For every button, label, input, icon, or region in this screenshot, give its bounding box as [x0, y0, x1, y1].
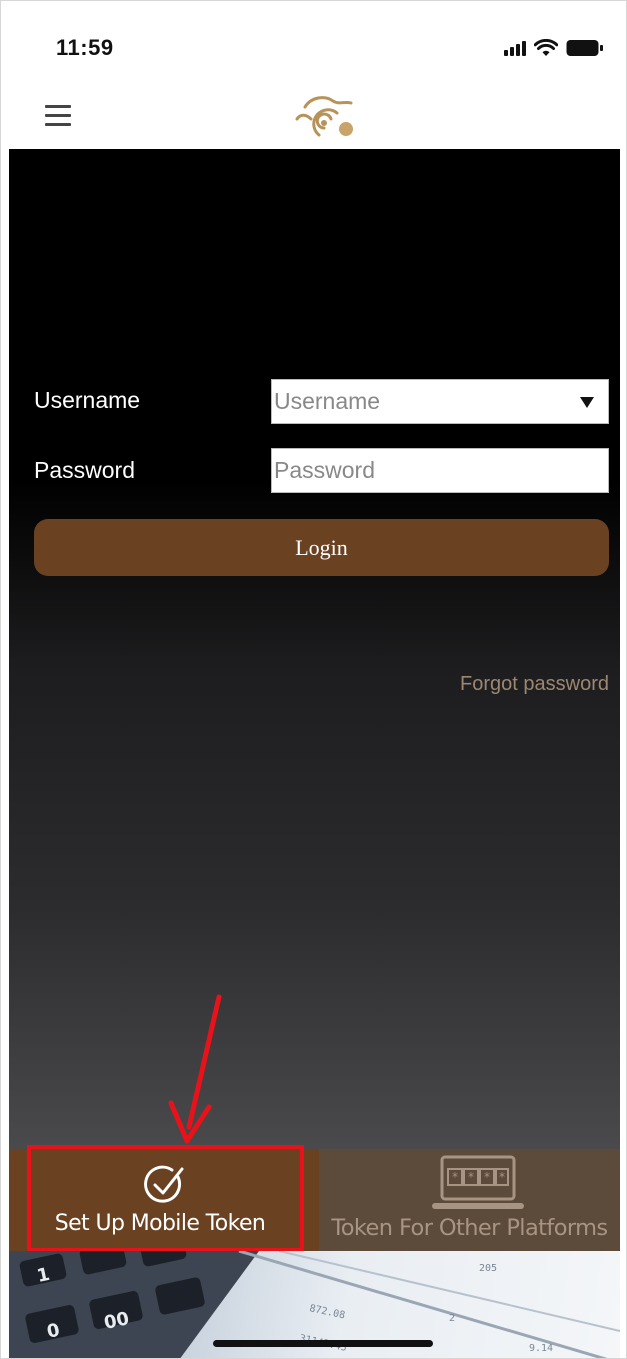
app-header [1, 91, 626, 149]
battery-icon [566, 40, 603, 56]
highlight-box [27, 1145, 304, 1252]
tab-token-for-other-platforms[interactable]: * * * * Token For Other Platforms [319, 1149, 620, 1251]
tab-label: Token For Other Platforms [331, 1215, 608, 1241]
cellular-signal-icon [504, 40, 526, 56]
forgot-password-link[interactable]: Forgot password [460, 673, 609, 696]
status-icons [504, 37, 604, 59]
status-time: 11:59 [56, 35, 114, 60]
laptop-icon: * * * * [432, 1155, 524, 1209]
svg-text:*: * [452, 1170, 458, 1184]
svg-text:205: 205 [479, 1263, 497, 1274]
password-input[interactable] [272, 449, 608, 492]
svg-text:2: 2 [449, 1313, 455, 1324]
svg-text:9.14: 9.14 [529, 1343, 553, 1354]
username-label: Username [34, 387, 141, 413]
red-arrow-icon [168, 994, 222, 1144]
home-indicator [213, 1340, 433, 1347]
dropdown-arrow-icon[interactable] [580, 397, 594, 408]
svg-text:*: * [484, 1170, 490, 1184]
svg-text:872.08: 872.08 [308, 1303, 346, 1321]
phone-screen: 11:59 Username Username Password Login F… [0, 0, 627, 1359]
wifi-icon [534, 39, 558, 56]
hamburger-menu-icon[interactable] [45, 105, 71, 127]
username-input[interactable] [272, 380, 608, 423]
svg-text:*: * [499, 1170, 505, 1184]
password-label: Password [34, 457, 135, 483]
password-field[interactable] [271, 448, 609, 493]
username-field[interactable] [271, 379, 609, 424]
login-button[interactable]: Login [34, 519, 609, 576]
login-panel: Username Password Login Forgot password [9, 149, 620, 1149]
dragon-logo-icon [295, 96, 353, 137]
status-bar: 11:59 [1, 1, 626, 91]
svg-text:*: * [468, 1170, 474, 1184]
